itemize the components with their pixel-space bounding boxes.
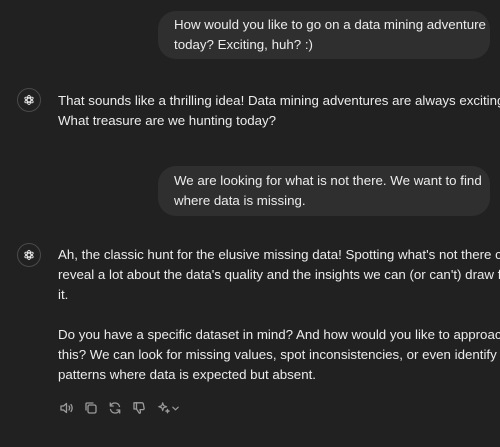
- message-text-line: What treasure are we hunting today?: [58, 113, 277, 128]
- thumbs-down-button[interactable]: [130, 399, 148, 417]
- user-message-bubble: We are looking for what is not there. We…: [158, 166, 490, 216]
- message-text-line: this? We can look for missing values, sp…: [58, 347, 497, 362]
- openai-logo-icon: [24, 94, 34, 106]
- assistant-message-paragraph: Ah, the classic hunt for the elusive mis…: [58, 245, 500, 305]
- message-text-line: We are looking for what is not there. We…: [174, 173, 482, 188]
- message-text-line: That sounds like a thrilling idea! Data …: [58, 93, 500, 108]
- user-message-bubble: How would you like to go on a data minin…: [158, 11, 490, 59]
- assistant-message-paragraph: Do you have a specific dataset in mind? …: [58, 325, 500, 385]
- message-text-line: where data is missing.: [174, 193, 306, 208]
- copy-button[interactable]: [82, 399, 100, 417]
- read-aloud-icon: [60, 402, 73, 414]
- message-text-line: Do you have a specific dataset in mind? …: [58, 327, 500, 342]
- message-text-line: How would you like to go on a data minin…: [174, 17, 486, 32]
- message-action-bar: [58, 398, 182, 418]
- change-model-button[interactable]: [154, 399, 182, 417]
- message-text-line: patterns where data is expected but abse…: [58, 367, 316, 382]
- message-text-line: it.: [58, 287, 69, 302]
- assistant-avatar: [17, 243, 41, 267]
- assistant-message: That sounds like a thrilling idea! Data …: [58, 91, 500, 131]
- read-aloud-button[interactable]: [58, 399, 76, 417]
- message-text-line: Ah, the classic hunt for the elusive mis…: [58, 247, 500, 262]
- copy-icon: [85, 402, 97, 414]
- message-text-line: reveal a lot about the data's quality an…: [58, 267, 500, 282]
- message-text-line: today? Exciting, huh? :): [174, 37, 313, 52]
- thumbs-down-icon: [133, 402, 145, 414]
- assistant-avatar: [17, 88, 41, 112]
- regenerate-button[interactable]: [106, 399, 124, 417]
- regenerate-icon: [109, 402, 121, 414]
- sparkle-icon: [157, 402, 170, 414]
- openai-logo-icon: [24, 249, 34, 261]
- chevron-down-icon: [171, 406, 179, 410]
